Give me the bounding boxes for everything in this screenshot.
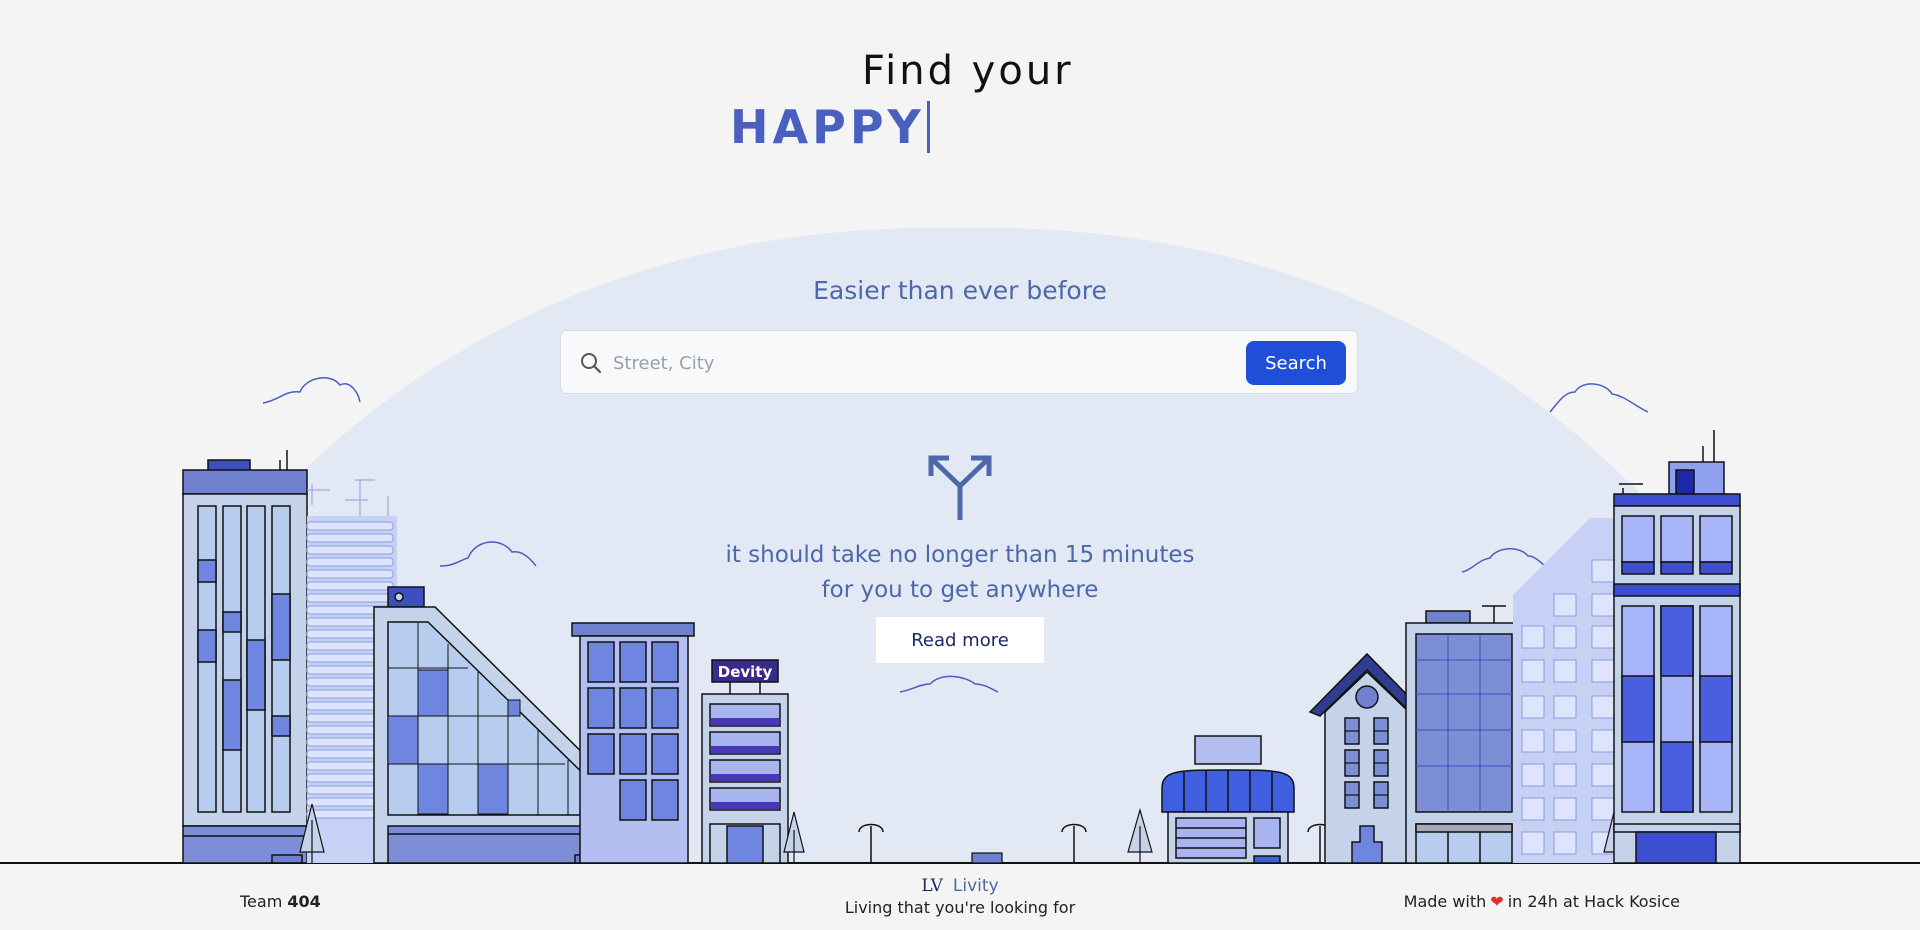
hero-typed-word: HAPPY xyxy=(730,100,930,154)
search-icon xyxy=(581,353,602,374)
hero-typed-text: HAPPY xyxy=(730,100,925,154)
footer: Team 404 LV Livity Living that you're loo… xyxy=(0,864,1920,930)
made-prefix: Made with xyxy=(1403,892,1487,911)
brand-logo: LV xyxy=(921,876,943,896)
read-more-button[interactable]: Read more xyxy=(876,617,1044,663)
building-windows xyxy=(571,622,695,864)
brand-name: Livity xyxy=(952,876,999,896)
typing-caret xyxy=(926,101,930,153)
hero-title: Find your xyxy=(862,48,1074,94)
info-message: it should take no longer than 15 minutes… xyxy=(0,538,1920,608)
info-line-2: for you to get anywhere xyxy=(821,577,1099,603)
made-with-credit: Made with ❤ in 24h at Hack Kosice xyxy=(1404,892,1680,911)
search-button[interactable]: Search xyxy=(1246,341,1346,385)
fork-route-icon xyxy=(928,455,992,520)
devity-sign-text: Devity xyxy=(718,663,773,681)
building-tower-left xyxy=(182,450,308,864)
heart-icon: ❤ xyxy=(1490,892,1504,911)
search-input[interactable] xyxy=(611,343,1295,383)
building-tower-right xyxy=(1613,430,1741,864)
search-tagline: Easier than ever before xyxy=(813,276,1107,305)
made-suffix: in 24h at Hack Kosice xyxy=(1507,892,1680,911)
page: Devity Find your HAPPY Easier than ever … xyxy=(0,0,1920,930)
search-bar: Search xyxy=(560,330,1358,394)
info-line-1: it should take no longer than 15 minutes xyxy=(725,542,1195,568)
building-glass xyxy=(1405,605,1523,864)
